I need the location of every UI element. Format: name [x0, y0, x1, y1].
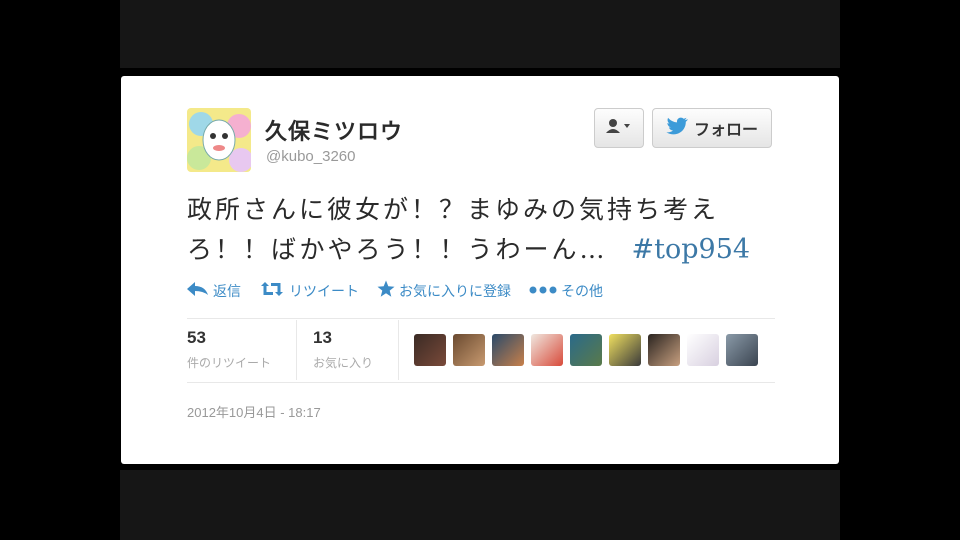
favorite-label: お気に入りに登録 [399, 284, 511, 300]
user-avatar[interactable] [414, 334, 446, 366]
favorite-count-label: お気に入り [313, 356, 374, 370]
reply-arrow-icon [187, 282, 209, 300]
display-name[interactable]: 久保ミツロウ [265, 114, 403, 146]
stats-divider-top [187, 318, 775, 319]
user-avatar[interactable] [648, 334, 680, 366]
user-avatar[interactable] [726, 334, 758, 366]
retweet-label: リツイート [289, 284, 359, 300]
more-dots-icon [529, 283, 557, 299]
engaged-users-list [414, 334, 758, 366]
user-handle[interactable]: @kubo_3260 [266, 148, 355, 165]
follow-label: フォロー [693, 120, 758, 139]
more-label: その他 [561, 284, 603, 300]
favorite-button[interactable]: お気に入りに登録 [377, 280, 511, 302]
follow-button[interactable]: フォロー [652, 108, 772, 148]
user-avatar[interactable] [492, 334, 524, 366]
retweet-icon [259, 281, 285, 301]
retweet-count-stat[interactable]: 53 件のリツイート [187, 328, 271, 371]
twitter-bird-icon [666, 117, 694, 139]
favorite-count-stat[interactable]: 13 お気に入り [313, 328, 373, 371]
user-avatar[interactable] [570, 334, 602, 366]
letterbox-bottom [120, 470, 840, 540]
stats-divider-bottom [187, 382, 775, 383]
tweet-timestamp[interactable]: 2012年10月4日 - 18:17 [187, 402, 321, 421]
retweet-count: 53 [187, 328, 206, 347]
retweet-count-label: 件のリツイート [187, 356, 272, 370]
user-avatar[interactable] [453, 334, 485, 366]
profile-avatar[interactable] [187, 108, 251, 172]
favorite-count: 13 [313, 328, 332, 347]
reply-button[interactable]: 返信 [187, 280, 241, 302]
letterbox-top [120, 0, 840, 68]
stat-separator [296, 320, 297, 380]
retweet-button[interactable]: リツイート [259, 280, 359, 302]
user-avatar[interactable] [531, 334, 563, 366]
tweet-card: 久保ミツロウ @kubo_3260 フォロー 政所さんに彼女が！？まゆみの気持ち… [121, 76, 839, 464]
tweet-text: 政所さんに彼女が！？まゆみの気持ち考えろ！！ばかやろう！！うわーん… #top95… [187, 190, 787, 270]
tweet-actions: 返信 リツイート お気に入りに登録 その他 [187, 280, 603, 302]
more-button[interactable]: その他 [529, 280, 603, 302]
user-avatar[interactable] [687, 334, 719, 366]
user-menu-button[interactable] [594, 108, 644, 148]
reply-label: 返信 [213, 284, 241, 300]
hashtag-link[interactable]: #top954 [632, 234, 751, 265]
user-avatar[interactable] [609, 334, 641, 366]
user-dropdown-icon [605, 118, 633, 138]
star-icon [377, 280, 395, 302]
stat-separator [398, 320, 399, 380]
